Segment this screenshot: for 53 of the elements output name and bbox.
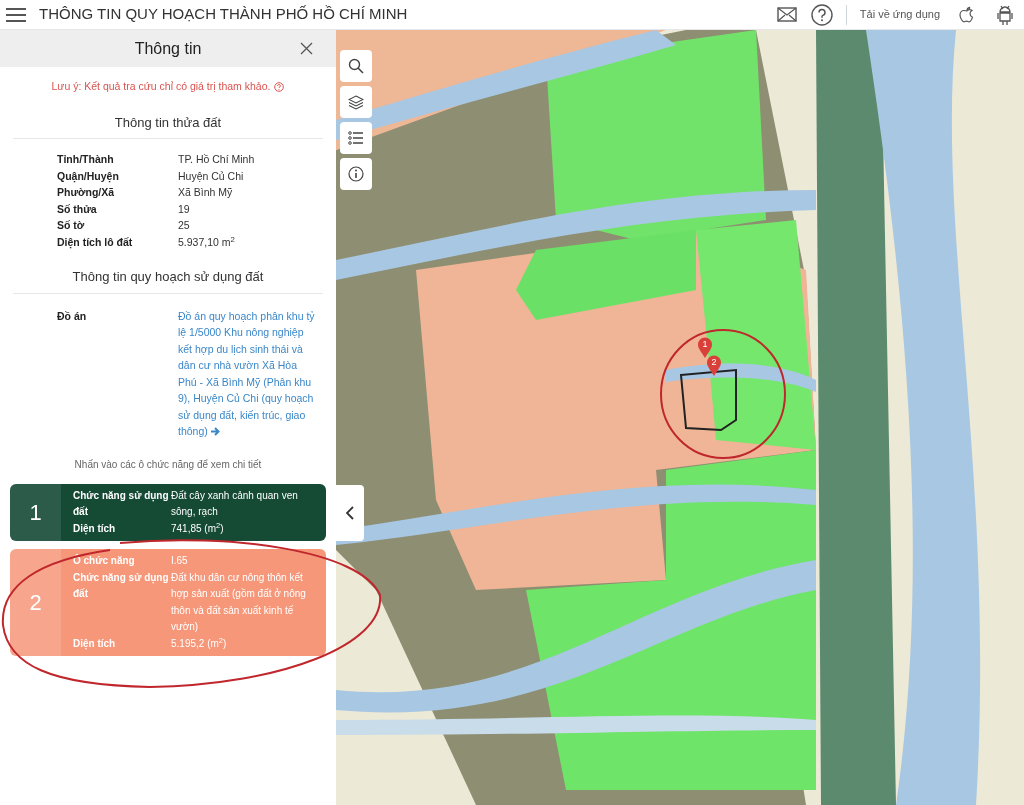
field-value: 5.937,10 m$^{2}$ bbox=[178, 233, 235, 250]
field-label: Số tờ bbox=[57, 218, 86, 234]
field-value: I.65 bbox=[171, 554, 189, 569]
android-icon[interactable] bbox=[996, 3, 1014, 26]
panel-title: Thông tin bbox=[134, 38, 202, 59]
close-icon[interactable] bbox=[300, 42, 313, 55]
legend-button[interactable] bbox=[340, 122, 372, 154]
map-marker[interactable]: 2 bbox=[706, 355, 722, 377]
search-button[interactable] bbox=[340, 50, 372, 82]
info-button[interactable] bbox=[340, 158, 372, 190]
field-label: Diện tích bbox=[73, 521, 117, 537]
zone-number: 1 bbox=[29, 499, 42, 527]
field-label: Số thửa bbox=[57, 201, 98, 217]
layers-button[interactable] bbox=[340, 86, 372, 118]
field-value: Đất khu dân cư nông thôn kết hợp sản xuất (gồm đất ở nông thôn và đất sản xuất kinh tế vườn) bbox=[171, 570, 307, 635]
layers-icon bbox=[348, 94, 364, 110]
zone-card[interactable]: 1 Chức năng sử dụng đất Đất cây xanh cảnh quan ven sông, rạch Diện tích 741,85 (m$^{2}$) bbox=[10, 483, 326, 542]
field-label: Diện tích bbox=[73, 636, 117, 652]
field-value: 5.195,2 (m$^{2}$) bbox=[171, 635, 228, 651]
hint-text: Nhấn vào các ô chức năng để xem chi tiết bbox=[73, 457, 263, 472]
search-icon bbox=[348, 58, 364, 74]
download-label: Tải về ứng dụng bbox=[859, 7, 940, 23]
field-label: Chức năng sử dụng đất bbox=[73, 488, 170, 520]
disclaimer-note: Lưu ý: Kết quả tra cứu chỉ có giá trị tham khảo. bbox=[51, 79, 271, 94]
field-value: Xã Bình Mỹ bbox=[178, 185, 233, 201]
help-icon[interactable] bbox=[274, 81, 285, 92]
collapse-panel-button[interactable] bbox=[336, 485, 364, 541]
project-link[interactable]: Đồ án quy hoạch phân khu tỷ lệ 1/5000 Khu nông nghiệp kết hợp du lịch sinh thái và dân cư nhà vườn Xã Hòa Phú - Xã Bình Mỹ (Phân khu 9), Huyện Củ Chi (quy hoạch sử dụng đất, kiến trúc, giao thông) bbox=[178, 307, 318, 440]
field-label: Đồ án bbox=[57, 308, 88, 324]
field-value: 25 bbox=[178, 218, 190, 234]
zone-number: 2 bbox=[29, 589, 42, 618]
apple-icon[interactable] bbox=[958, 4, 976, 25]
field-value: 19 bbox=[178, 201, 190, 217]
menu-icon[interactable] bbox=[6, 6, 26, 23]
field-value: 741,85 (m$^{2}$) bbox=[171, 520, 225, 536]
field-label: Phường/Xã bbox=[57, 185, 116, 201]
section-title: Thông tin quy hoạch sử dụng đất bbox=[13, 267, 323, 294]
field-label: Chức năng sử dụng đất bbox=[73, 570, 170, 602]
chevron-left-icon bbox=[346, 506, 354, 520]
list-icon bbox=[348, 131, 364, 145]
field-label: Tỉnh/Thành bbox=[57, 152, 115, 168]
app-title: THÔNG TIN QUY HOẠCH THÀNH PHỐ HỒ CHÍ MINH bbox=[39, 4, 408, 25]
arrow-right-icon bbox=[210, 427, 220, 437]
section-title: Thông tin thửa đất bbox=[13, 112, 323, 140]
field-label: Quận/Huyện bbox=[57, 168, 120, 185]
info-icon bbox=[348, 166, 364, 182]
help-icon[interactable] bbox=[810, 3, 833, 26]
field-value: TP. Hồ Chí Minh bbox=[178, 152, 255, 168]
field-value: Đất cây xanh cảnh quan ven sông, rạch bbox=[171, 488, 299, 520]
mail-icon[interactable] bbox=[776, 7, 797, 22]
field-value: Huyện Củ Chi bbox=[178, 168, 244, 184]
field-label: Diện tích lô đất bbox=[57, 234, 134, 251]
map-marker[interactable]: 1 bbox=[697, 337, 713, 359]
